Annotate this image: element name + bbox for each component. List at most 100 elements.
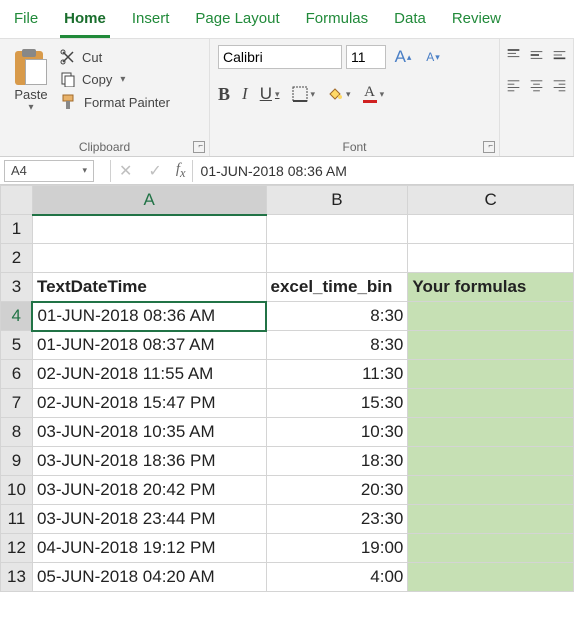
font-dialog-launcher[interactable]: ⌐ — [483, 141, 495, 153]
clipboard-dialog-launcher[interactable]: ⌐ — [193, 141, 205, 153]
tab-page-layout[interactable]: Page Layout — [191, 6, 283, 38]
cell[interactable]: 02-JUN-2018 11:55 AM — [32, 360, 266, 389]
cell[interactable] — [408, 389, 574, 418]
cell[interactable]: 04-JUN-2018 19:12 PM — [32, 534, 266, 563]
increase-font-size-button[interactable]: A▴ — [390, 45, 416, 69]
cell[interactable] — [266, 244, 408, 273]
align-bottom-button[interactable] — [552, 47, 567, 63]
row-header[interactable]: 13 — [1, 563, 33, 592]
tab-data[interactable]: Data — [390, 6, 430, 38]
cell[interactable]: 10:30 — [266, 418, 408, 447]
chevron-down-icon[interactable]: ▾ — [28, 102, 33, 113]
decrease-font-size-button[interactable]: A▾ — [420, 45, 446, 69]
formula-enter-button[interactable]: ✓ — [140, 161, 169, 181]
chevron-down-icon[interactable]: ▾ — [311, 89, 316, 100]
cell[interactable]: Your formulas — [408, 273, 574, 302]
format-painter-button[interactable]: Format Painter — [60, 93, 170, 111]
chevron-down-icon[interactable]: ▾ — [275, 89, 280, 100]
bold-button[interactable]: B — [218, 83, 230, 105]
tab-insert[interactable]: Insert — [128, 6, 174, 38]
cell[interactable]: 03-JUN-2018 23:44 PM — [32, 505, 266, 534]
row-header[interactable]: 4 — [1, 302, 33, 331]
chevron-down-icon[interactable]: ▾ — [82, 165, 87, 176]
cell[interactable]: 05-JUN-2018 04:20 AM — [32, 563, 266, 592]
row-header[interactable]: 12 — [1, 534, 33, 563]
column-header-C[interactable]: C — [408, 186, 574, 215]
formula-cancel-button[interactable]: ✕ — [111, 161, 140, 181]
chevron-down-icon[interactable]: ▾ — [120, 74, 125, 85]
italic-button[interactable]: I — [242, 83, 248, 105]
cell[interactable]: 23:30 — [266, 505, 408, 534]
cell[interactable]: 01-JUN-2018 08:36 AM — [32, 302, 266, 331]
cell[interactable]: TextDateTime — [32, 273, 266, 302]
paste-button[interactable]: Paste ▾ — [6, 43, 56, 138]
cell[interactable]: 01-JUN-2018 08:37 AM — [32, 331, 266, 360]
tab-file[interactable]: File — [10, 6, 42, 38]
select-all-corner[interactable] — [1, 186, 33, 215]
align-middle-button[interactable] — [529, 47, 544, 63]
formula-bar[interactable]: 01-JUN-2018 08:36 AM — [193, 161, 574, 181]
cell[interactable] — [408, 302, 574, 331]
cell[interactable]: 20:30 — [266, 476, 408, 505]
name-box[interactable]: A4 ▾ — [4, 160, 94, 182]
row-header[interactable]: 6 — [1, 360, 33, 389]
cell[interactable]: 03-JUN-2018 20:42 PM — [32, 476, 266, 505]
cell[interactable] — [408, 447, 574, 476]
align-right-button[interactable] — [552, 77, 567, 93]
cell[interactable] — [408, 360, 574, 389]
align-center-button[interactable] — [529, 77, 544, 93]
row-header[interactable]: 8 — [1, 418, 33, 447]
cell[interactable]: 18:30 — [266, 447, 408, 476]
cut-button[interactable]: Cut — [60, 49, 170, 65]
cell[interactable] — [32, 215, 266, 244]
row-header[interactable]: 3 — [1, 273, 33, 302]
cell[interactable] — [266, 215, 408, 244]
worksheet-grid[interactable]: A B C 123TextDateTimeexcel_time_binYour … — [0, 185, 574, 592]
cell[interactable]: 8:30 — [266, 331, 408, 360]
cell[interactable] — [408, 476, 574, 505]
cell[interactable]: 02-JUN-2018 15:47 PM — [32, 389, 266, 418]
row-header[interactable]: 1 — [1, 215, 33, 244]
paint-bucket-icon — [327, 86, 343, 102]
cell[interactable] — [408, 418, 574, 447]
cell[interactable]: 03-JUN-2018 18:36 PM — [32, 447, 266, 476]
align-top-button[interactable] — [506, 47, 521, 63]
formula-bar-row: A4 ▾ ✕ ✓ fx 01-JUN-2018 08:36 AM — [0, 157, 574, 185]
cell[interactable]: 4:00 — [266, 563, 408, 592]
row-header[interactable]: 11 — [1, 505, 33, 534]
chevron-down-icon[interactable]: ▾ — [346, 89, 351, 100]
cell[interactable]: 03-JUN-2018 10:35 AM — [32, 418, 266, 447]
borders-button[interactable]: ▾ — [292, 83, 316, 105]
align-left-button[interactable] — [506, 77, 521, 93]
row-header[interactable]: 7 — [1, 389, 33, 418]
cell[interactable] — [408, 505, 574, 534]
font-name-select[interactable] — [218, 45, 342, 69]
tab-formulas[interactable]: Formulas — [302, 6, 373, 38]
font-color-button[interactable]: A ▾ — [363, 83, 385, 105]
cell[interactable] — [408, 215, 574, 244]
fx-icon[interactable]: fx — [170, 161, 192, 181]
row-header[interactable]: 2 — [1, 244, 33, 273]
cell[interactable]: 8:30 — [266, 302, 408, 331]
font-size-select[interactable] — [346, 45, 386, 69]
cell[interactable] — [408, 244, 574, 273]
copy-button[interactable]: Copy ▾ — [60, 71, 170, 87]
column-header-B[interactable]: B — [266, 186, 408, 215]
row-header[interactable]: 10 — [1, 476, 33, 505]
cell[interactable]: 15:30 — [266, 389, 408, 418]
row-header[interactable]: 9 — [1, 447, 33, 476]
row-header[interactable]: 5 — [1, 331, 33, 360]
cell[interactable]: 19:00 — [266, 534, 408, 563]
cell[interactable] — [408, 331, 574, 360]
cell[interactable]: excel_time_bin — [266, 273, 408, 302]
chevron-down-icon[interactable]: ▾ — [380, 89, 385, 100]
tab-home[interactable]: Home — [60, 6, 110, 38]
column-header-A[interactable]: A — [32, 186, 266, 215]
cell[interactable]: 11:30 — [266, 360, 408, 389]
tab-review[interactable]: Review — [448, 6, 505, 38]
fill-color-button[interactable]: ▾ — [327, 83, 351, 105]
underline-button[interactable]: U▾ — [260, 83, 280, 105]
cell[interactable] — [408, 534, 574, 563]
cell[interactable] — [32, 244, 266, 273]
cell[interactable] — [408, 563, 574, 592]
